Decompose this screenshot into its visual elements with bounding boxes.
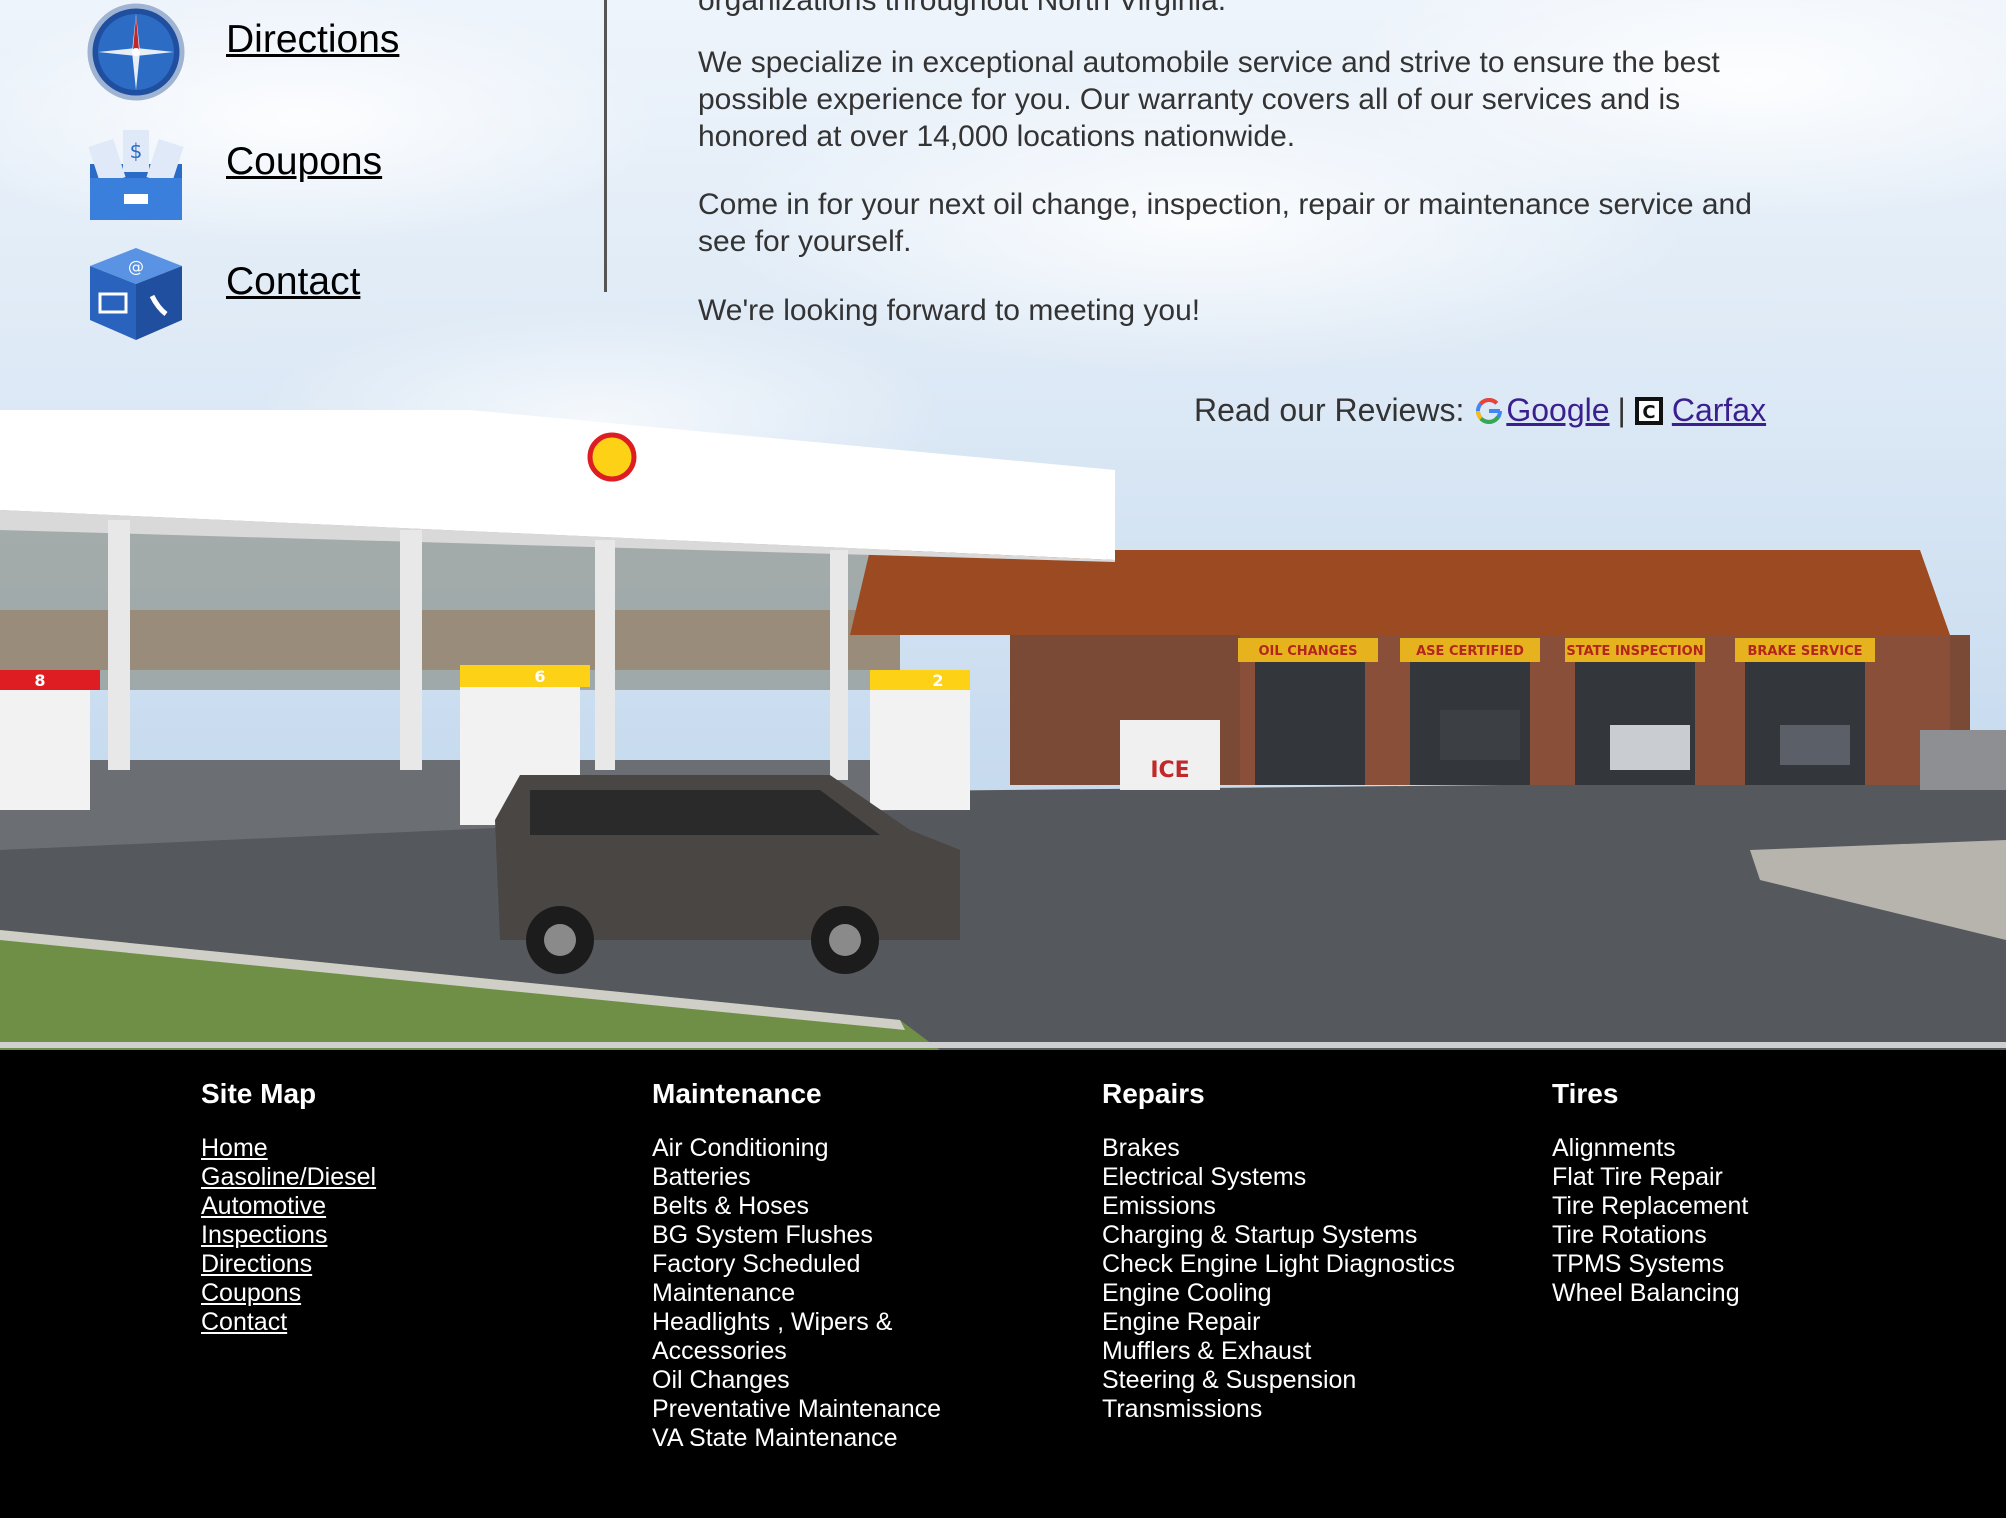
nav-contact[interactable]: @ Contact <box>86 244 360 344</box>
maintenance-item: Preventative Maintenance <box>652 1395 942 1423</box>
maintenance-item: Factory Scheduled <box>652 1250 861 1278</box>
repairs-item: Emissions <box>1102 1192 1216 1220</box>
photo-bottom-border <box>0 1042 2006 1048</box>
repairs-item: Engine Cooling <box>1102 1279 1272 1307</box>
repairs-item: Electrical Systems <box>1102 1163 1307 1191</box>
tires-item: Tire Replacement <box>1552 1192 1749 1220</box>
footer-tires: Tires Alignments Flat Tire Repair Tire R… <box>1552 1078 1748 1308</box>
bay-sign-state-inspection: STATE INSPECTION <box>1566 644 1703 659</box>
bay-sign-oil-changes: OIL CHANGES <box>1259 644 1358 659</box>
footer-link-coupons[interactable]: Coupons <box>201 1279 301 1307</box>
svg-text:@: @ <box>128 257 144 276</box>
ice-sign: ICE <box>1150 758 1189 783</box>
tires-item: Wheel Balancing <box>1552 1279 1740 1307</box>
maintenance-item: Batteries <box>652 1163 751 1191</box>
intro-paragraph-3: We're looking forward to meeting you! <box>698 294 1201 327</box>
footer-repairs-title: Repairs <box>1102 1078 1205 1109</box>
maintenance-item: BG System Flushes <box>652 1221 873 1249</box>
pump-number-2: 2 <box>932 671 943 690</box>
footer-maintenance: Maintenance Air Conditioning Batteries B… <box>652 1078 941 1453</box>
vertical-divider <box>604 0 607 292</box>
maintenance-item: Oil Changes <box>652 1366 790 1394</box>
compass-icon <box>87 3 185 101</box>
repairs-item: Engine Repair <box>1102 1308 1261 1336</box>
repairs-item: Charging & Startup Systems <box>1102 1221 1418 1249</box>
footer-sitemap: Site Map Home Gasoline/Diesel Automotive… <box>201 1078 376 1337</box>
nav-coupons[interactable]: $ Coupons <box>86 124 382 224</box>
footer-link-gasoline-diesel[interactable]: Gasoline/Diesel <box>201 1163 376 1191</box>
footer-maintenance-title: Maintenance <box>652 1078 822 1109</box>
repairs-item: Steering & Suspension <box>1102 1366 1357 1394</box>
footer-tires-title: Tires <box>1552 1078 1619 1109</box>
tires-item: Flat Tire Repair <box>1552 1163 1723 1191</box>
repairs-item: Brakes <box>1102 1134 1180 1162</box>
repairs-item: Transmissions <box>1102 1395 1263 1423</box>
maintenance-item: Headlights , Wipers & <box>652 1308 893 1336</box>
pump-number-6: 6 <box>534 667 545 686</box>
footer-repairs: Repairs Brakes Electrical Systems Emissi… <box>1102 1078 1455 1424</box>
intro-paragraph-1: We specialize in exceptional automobile … <box>698 46 1720 153</box>
nav-directions[interactable]: Directions <box>86 2 399 102</box>
footer-link-directions[interactable]: Directions <box>201 1250 312 1278</box>
intro-paragraph-2: Come in for your next oil change, inspec… <box>698 188 1752 258</box>
gas-station-illustration: OIL CHANGES ASE CERTIFIED STATE INSPECTI… <box>0 410 2006 1050</box>
intro-text: organizations throughout North Virginia. <box>698 0 1788 19</box>
footer: Site Map Home Gasoline/Diesel Automotive… <box>0 1050 2006 1518</box>
footer-link-home[interactable]: Home <box>201 1134 268 1162</box>
pump-number-8: 8 <box>34 671 45 690</box>
footer-link-automotive[interactable]: Automotive <box>201 1192 326 1220</box>
footer-link-inspections[interactable]: Inspections <box>201 1221 327 1249</box>
maintenance-item: Belts & Hoses <box>652 1192 810 1220</box>
gas-station-photo: OIL CHANGES ASE CERTIFIED STATE INSPECTI… <box>0 380 2006 1050</box>
tires-item: TPMS Systems <box>1552 1250 1725 1278</box>
contact-link[interactable]: Contact <box>226 260 360 304</box>
maintenance-item: VA State Maintenance <box>652 1424 898 1452</box>
footer-link-contact[interactable]: Contact <box>201 1308 287 1336</box>
tires-item: Alignments <box>1552 1134 1676 1162</box>
tires-item: Tire Rotations <box>1552 1221 1707 1249</box>
maintenance-item: Air Conditioning <box>652 1134 829 1162</box>
bay-sign-ase-certified: ASE CERTIFIED <box>1416 644 1524 659</box>
contact-cube-icon: @ <box>90 248 182 340</box>
coupons-icon: $ <box>88 130 184 220</box>
bay-sign-brake-service: BRAKE SERVICE <box>1747 644 1862 659</box>
directions-link[interactable]: Directions <box>226 18 399 62</box>
coupons-link[interactable]: Coupons <box>226 140 382 184</box>
maintenance-item: Accessories <box>652 1337 787 1365</box>
intro-paragraph-cutoff: organizations throughout North Virginia. <box>698 0 1227 17</box>
footer-sitemap-title: Site Map <box>201 1078 317 1109</box>
repairs-item: Check Engine Light Diagnostics <box>1102 1250 1455 1278</box>
svg-text:$: $ <box>130 139 143 163</box>
repairs-item: Mufflers & Exhaust <box>1102 1337 1312 1365</box>
maintenance-item: Maintenance <box>652 1279 796 1307</box>
